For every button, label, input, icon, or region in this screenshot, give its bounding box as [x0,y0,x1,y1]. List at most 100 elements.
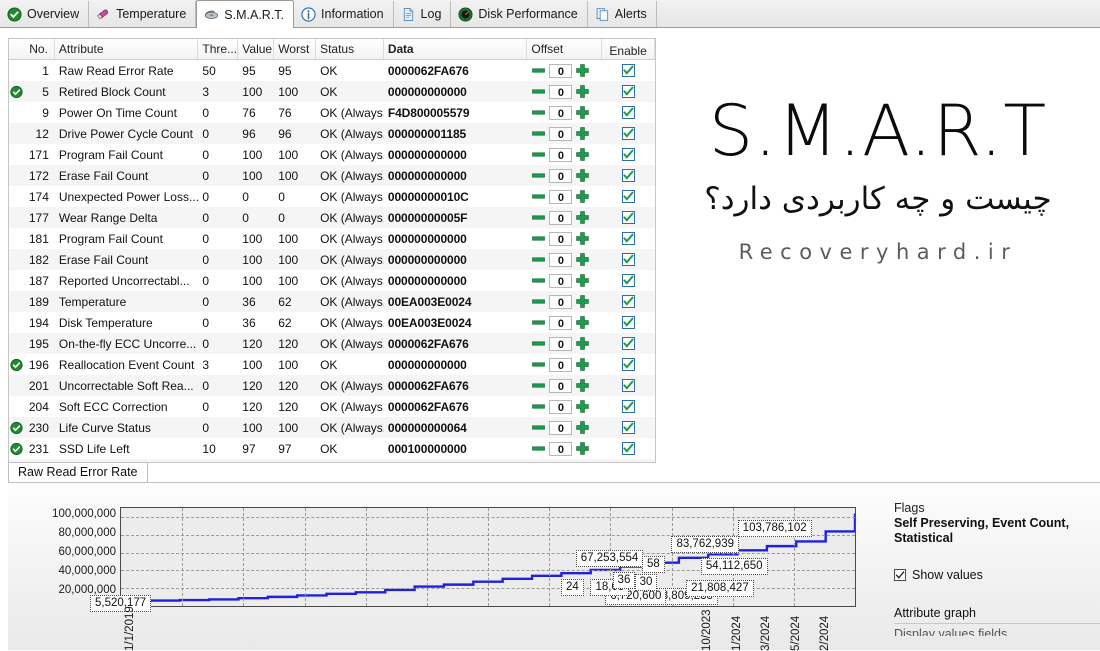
enable-checkbox[interactable] [622,295,636,308]
cell-enable[interactable] [602,379,655,392]
offset-decrement-button[interactable] [531,337,546,351]
cell-enable[interactable] [602,64,655,77]
tab-alerts[interactable]: Alerts [588,1,657,27]
offset-decrement-button[interactable] [531,64,546,78]
offset-decrement-button[interactable] [531,106,546,120]
offset-increment-button[interactable] [575,316,590,330]
checkbox-box[interactable] [894,569,906,581]
enable-checkbox[interactable] [622,190,636,203]
offset-value[interactable]: 0 [549,210,573,225]
offset-decrement-button[interactable] [531,400,546,414]
tab-information[interactable]: Information [294,1,394,27]
offset-increment-button[interactable] [575,85,590,99]
offset-value[interactable]: 0 [549,63,573,78]
enable-checkbox[interactable] [622,358,636,371]
offset-stepper[interactable]: 0 [531,378,598,393]
offset-decrement-button[interactable] [531,211,546,225]
column-header-threshold[interactable]: Thre... [198,39,239,59]
cell-enable[interactable] [602,316,655,329]
tab-temperature[interactable]: Temperature [89,1,197,27]
offset-stepper[interactable]: 0 [531,231,598,246]
cell-enable[interactable] [602,232,655,245]
offset-stepper[interactable]: 0 [531,399,598,414]
table-row[interactable]: 231 SSD Life Left 10 97 97 OK 000100000000 0 [9,438,655,459]
offset-increment-button[interactable] [575,169,590,183]
cell-offset[interactable]: 0 [527,63,602,78]
offset-stepper[interactable]: 0 [531,105,598,120]
table-row[interactable]: 196 Reallocation Event Count 3 100 100 OK 0000… [9,354,655,375]
cell-enable[interactable] [602,400,655,413]
table-row[interactable]: 230Life Curve Status 0 100 100 OK (Always...… [9,417,655,438]
cell-offset[interactable]: 0 [527,210,602,225]
offset-value[interactable]: 0 [549,252,573,267]
enable-checkbox[interactable] [622,232,636,245]
cell-enable[interactable] [602,442,655,455]
table-row[interactable]: 187 Reported Uncorrectabl... 0 100 100 OK (Al… [9,270,655,291]
cell-offset[interactable]: 0 [527,147,602,162]
cell-offset[interactable]: 0 [527,420,602,435]
offset-decrement-button[interactable] [531,148,546,162]
offset-increment-button[interactable] [575,148,590,162]
offset-increment-button[interactable] [575,295,590,309]
cell-enable[interactable] [602,85,655,98]
table-row[interactable]: 201 Uncorrectable Soft Rea... 0 120 120 OK (A… [9,375,655,396]
cell-enable[interactable] [602,127,655,140]
offset-decrement-button[interactable] [531,274,546,288]
table-row[interactable]: 12 Drive Power Cycle Count 0 96 96 OK (Always… [9,123,655,144]
enable-checkbox[interactable] [622,211,636,224]
table-row[interactable]: 1 Raw Read Error Rate 50 95 95 OK 0000062FA676… [9,60,655,81]
column-header-no[interactable]: No. [9,39,55,59]
table-row[interactable]: 182Erase Fail Count0100100OK (Always...0… [9,249,655,270]
offset-increment-button[interactable] [575,442,590,456]
offset-increment-button[interactable] [575,253,590,267]
offset-value[interactable]: 0 [549,189,573,204]
offset-value[interactable]: 0 [549,294,573,309]
offset-value[interactable]: 0 [549,231,573,246]
table-row[interactable]: 194 Disk Temperature 0 36 62 OK (Always...00E… [9,312,655,333]
tab-disk-performance[interactable]: Disk Performance [451,1,588,27]
smart-attributes-table[interactable]: No. Attribute Thre... Value Worst Status… [8,38,656,463]
table-row[interactable]: 195 On-the-fly ECC Uncorre... 0 120 120 OK (A… [9,333,655,354]
offset-increment-button[interactable] [575,337,590,351]
cell-enable[interactable] [602,253,655,266]
enable-checkbox[interactable] [622,316,636,329]
offset-decrement-button[interactable] [531,169,546,183]
cell-offset[interactable]: 0 [527,273,602,288]
offset-increment-button[interactable] [575,400,590,414]
offset-increment-button[interactable] [575,379,590,393]
offset-decrement-button[interactable] [531,253,546,267]
offset-decrement-button[interactable] [531,190,546,204]
cell-offset[interactable]: 0 [527,441,602,456]
offset-increment-button[interactable] [575,232,590,246]
offset-value[interactable]: 0 [549,420,573,435]
cell-offset[interactable]: 0 [527,399,602,414]
table-row[interactable]: 181 Program Fail Count 0 100 100 OK (Always..… [9,228,655,249]
cell-enable[interactable] [602,148,655,161]
offset-increment-button[interactable] [575,421,590,435]
cell-offset[interactable]: 0 [527,231,602,246]
cell-offset[interactable]: 0 [527,252,602,267]
tab-smart[interactable]: S.M.A.R.T. [196,0,295,28]
offset-stepper[interactable]: 0 [531,294,598,309]
offset-increment-button[interactable] [575,190,590,204]
cell-offset[interactable]: 0 [527,126,602,141]
offset-decrement-button[interactable] [531,232,546,246]
table-row[interactable]: 177Wear Range Delta000OK (Always...00000… [9,207,655,228]
cell-offset[interactable]: 0 [527,294,602,309]
offset-stepper[interactable]: 0 [531,126,598,141]
cell-offset[interactable]: 0 [527,168,602,183]
table-row[interactable]: 204 Soft ECC Correction 0 120 120 OK (Always.… [9,396,655,417]
enable-checkbox[interactable] [622,148,636,161]
cell-offset[interactable]: 0 [527,357,602,372]
offset-decrement-button[interactable] [531,85,546,99]
tab-log[interactable]: Log [394,1,452,27]
table-row[interactable]: 189 Temperature 0 36 62 OK (Always...00EA003E… [9,291,655,312]
offset-stepper[interactable]: 0 [531,189,598,204]
offset-value[interactable]: 0 [549,315,573,330]
offset-stepper[interactable]: 0 [531,336,598,351]
cell-enable[interactable] [602,295,655,308]
chart-area[interactable]: 100,000,000 80,000,000 60,000,000 40,000,00… [8,483,876,651]
offset-decrement-button[interactable] [531,127,546,141]
column-header-status[interactable]: Status [316,39,384,59]
cell-offset[interactable]: 0 [527,378,602,393]
